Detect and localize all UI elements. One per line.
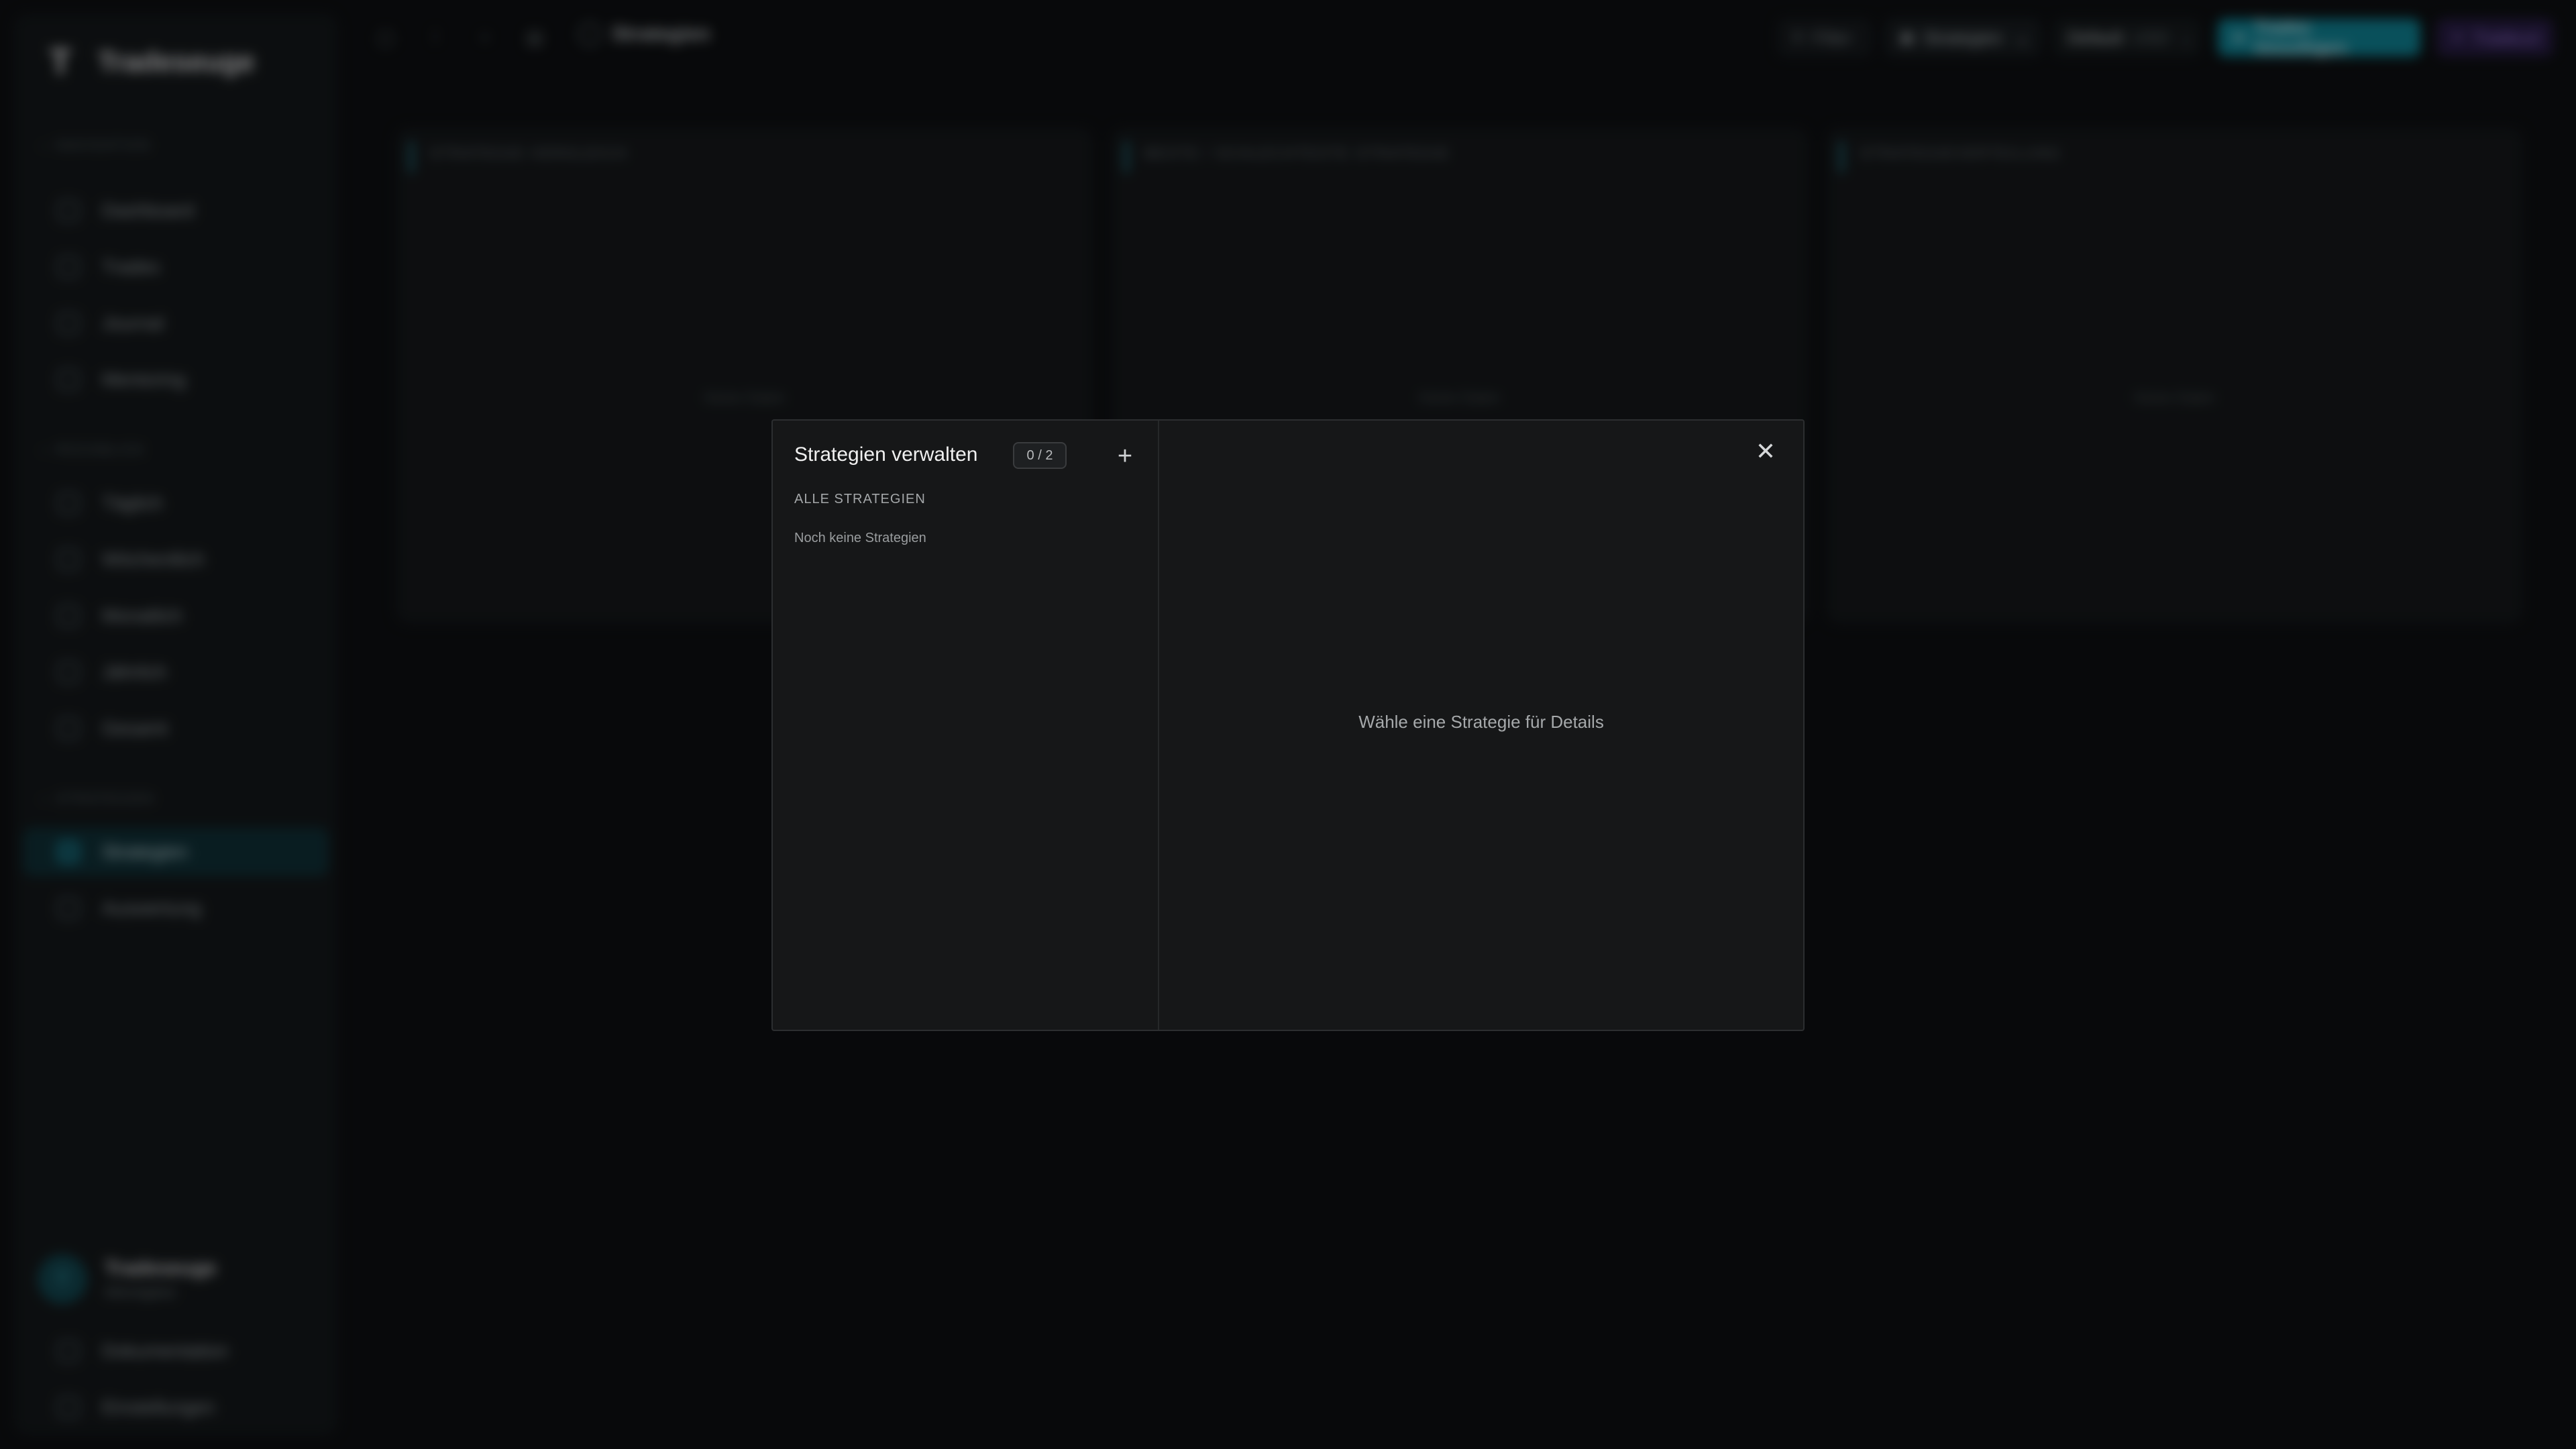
strategy-list-panel: Strategien verwalten 0 / 2 + Alle Strate… bbox=[773, 421, 1159, 1030]
strategy-list-header: Alle Strategien bbox=[794, 492, 926, 506]
strategy-list-empty: Noch keine Strategien bbox=[794, 531, 926, 545]
close-icon[interactable]: ✕ bbox=[1748, 434, 1783, 469]
strategy-count-badge: 0 / 2 bbox=[1013, 442, 1067, 469]
add-strategy-button[interactable]: + bbox=[1108, 439, 1142, 473]
manage-strategies-dialog: Strategien verwalten 0 / 2 + Alle Strate… bbox=[771, 419, 1805, 1031]
strategy-detail-placeholder: Wähle eine Strategie für Details bbox=[1358, 712, 1604, 732]
dialog-title: Strategien verwalten bbox=[794, 443, 978, 466]
